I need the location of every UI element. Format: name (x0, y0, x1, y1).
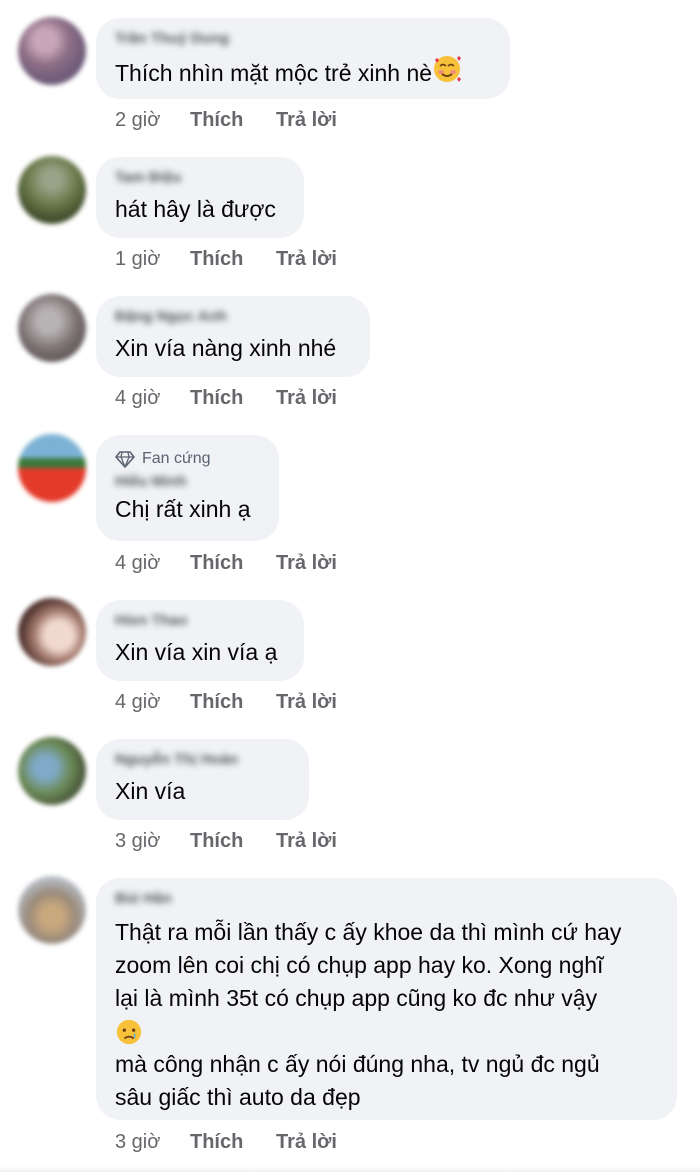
comment-text: Xin vía xin vía ạ (115, 639, 278, 665)
comment-line: sâu giấc thì auto da đẹp (115, 1084, 361, 1110)
author-name[interactable]: Nguyễn Thị Hoàn (115, 751, 289, 769)
comment-actions: 1 giờ Thích Trả lời (115, 246, 337, 272)
like-button[interactable]: Thích (190, 830, 276, 853)
comment-text: Chị rất xinh ạ (115, 496, 251, 522)
comment-bubble: Hien Thao Xin vía xin vía ạ (96, 600, 304, 681)
comment-actions: 4 giờ Thích Trả lời (115, 550, 337, 576)
comment-text: Xin vía nàng xinh nhé (115, 335, 337, 361)
comment-line: Thật ra mỗi lần thấy c ấy khoe da thì mì… (115, 919, 622, 945)
timestamp[interactable]: 4 giờ (115, 387, 190, 410)
like-button[interactable]: Thích (190, 552, 276, 575)
author-name[interactable]: Đặng Ngọc Anh (115, 308, 350, 326)
comment-actions: 3 giờ Thích Trả lời (115, 1129, 337, 1155)
author-name[interactable]: Hiếu Minh (115, 473, 259, 491)
reply-button[interactable]: Trả lời (276, 109, 337, 132)
comment-actions: 2 giờ Thích Trả lời (115, 107, 337, 133)
avatar[interactable] (18, 434, 86, 502)
avatar[interactable] (18, 156, 86, 224)
like-button[interactable]: Thích (190, 387, 276, 410)
badge-label: Fan cứng (142, 450, 211, 467)
divider (0, 1166, 700, 1172)
avatar[interactable] (18, 876, 86, 944)
comment-actions: 4 giờ Thích Trả lời (115, 385, 337, 411)
like-button[interactable]: Thích (190, 691, 276, 714)
comment-bubble: Tam Điệu hát hây là được (96, 157, 304, 238)
avatar[interactable] (18, 17, 86, 85)
timestamp[interactable]: 2 giờ (115, 109, 190, 132)
author-name[interactable]: Tam Điệu (115, 169, 284, 187)
timestamp[interactable]: 1 giờ (115, 248, 190, 271)
comment-text: Thật ra mỗi lần thấy c ấy khoe da thì mì… (115, 916, 657, 1114)
avatar[interactable] (18, 294, 86, 362)
comment-bubble: Bùi Hân Thật ra mỗi lần thấy c ấy khoe d… (96, 878, 677, 1120)
author-name[interactable]: Bùi Hân (115, 890, 657, 908)
author-name[interactable]: Hien Thao (115, 612, 284, 630)
comment-actions: 3 giờ Thích Trả lời (115, 828, 337, 854)
reply-button[interactable]: Trả lời (276, 248, 337, 271)
timestamp[interactable]: 4 giờ (115, 552, 190, 575)
smiling-face-with-hearts-icon (432, 54, 462, 93)
comment-text: Xin vía (115, 778, 186, 804)
reply-button[interactable]: Trả lời (276, 1131, 337, 1154)
comment-actions: 4 giờ Thích Trả lời (115, 689, 337, 715)
comment-bubble: Trần Thuỷ Dung Thích nhìn mặt mộc trẻ xi… (96, 18, 510, 99)
like-button[interactable]: Thích (190, 1131, 276, 1154)
like-button[interactable]: Thích (190, 109, 276, 132)
reply-button[interactable]: Trả lời (276, 830, 337, 853)
timestamp[interactable]: 3 giờ (115, 1131, 190, 1154)
author-name[interactable]: Trần Thuỷ Dung (115, 30, 490, 48)
fan-badge[interactable]: Fan cứng (115, 449, 259, 469)
comment-text: hát hây là được (115, 196, 276, 222)
crying-face-icon (115, 1015, 657, 1048)
comment-line: zoom lên coi chị có chụp app hay ko. Xon… (115, 952, 604, 978)
comment-text: Thích nhìn mặt mộc trẻ xinh nè (115, 54, 490, 93)
reply-button[interactable]: Trả lời (276, 387, 337, 410)
like-button[interactable]: Thích (190, 248, 276, 271)
reply-button[interactable]: Trả lời (276, 691, 337, 714)
avatar[interactable] (18, 598, 86, 666)
comment-bubble: Fan cứng Hiếu Minh Chị rất xinh ạ (96, 435, 279, 541)
timestamp[interactable]: 3 giờ (115, 830, 190, 853)
comment-line: mà công nhận c ấy nói đúng nha, tv ngủ đ… (115, 1051, 600, 1077)
reply-button[interactable]: Trả lời (276, 552, 337, 575)
comment-bubble: Nguyễn Thị Hoàn Xin vía (96, 739, 309, 820)
diamond-icon (115, 450, 135, 468)
comment-bubble: Đặng Ngọc Anh Xin vía nàng xinh nhé (96, 296, 370, 377)
timestamp[interactable]: 4 giờ (115, 691, 190, 714)
avatar[interactable] (18, 737, 86, 805)
comment-line: lại là mình 35t có chụp app cũng ko đc n… (115, 985, 598, 1011)
